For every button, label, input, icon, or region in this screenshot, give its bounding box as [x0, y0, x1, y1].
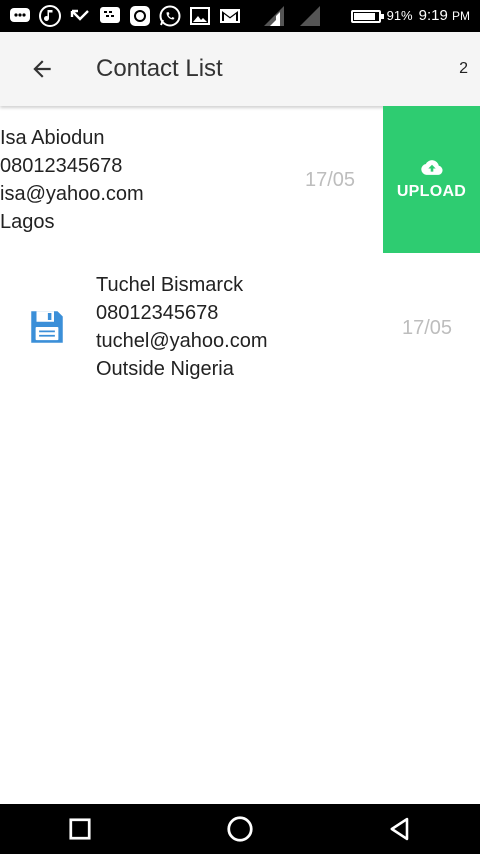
battery-fill [353, 12, 376, 20]
contact-phone: 08012345678 [0, 155, 123, 177]
home-button[interactable] [216, 805, 264, 853]
app-bar: Contact List 2 [0, 32, 480, 106]
contact-phone: 08012345678 [96, 302, 219, 324]
navigation-bar [0, 804, 480, 854]
upload-button[interactable]: UPLOAD [383, 106, 480, 253]
signal-2-icon [298, 4, 322, 28]
contact-location: Lagos [0, 211, 55, 233]
battery-percent: 91% [386, 8, 413, 23]
clock-ampm: PM [452, 9, 470, 23]
missed-call-icon [68, 4, 92, 28]
page-title: Contact List [96, 55, 223, 82]
contact-location: Outside Nigeria [96, 358, 234, 380]
notification-icons [8, 4, 322, 28]
clock: 9:19 PM [419, 0, 470, 32]
recents-button[interactable] [56, 805, 104, 853]
home-icon [227, 816, 253, 842]
upload-label: UPLOAD [396, 182, 467, 200]
list-item[interactable]: Isa Abiodun 08012345678 isa@yahoo.com La… [0, 106, 480, 253]
arrow-left-icon [33, 60, 51, 78]
signal-1-icon [262, 4, 286, 28]
status-bar: 91% 9:19 PM [0, 0, 480, 32]
back-nav-button[interactable] [376, 805, 424, 853]
contact-list: Isa Abiodun 08012345678 isa@yahoo.com La… [0, 106, 480, 403]
list-item[interactable]: Tuchel Bismarck 08012345678 tuchel@yahoo… [0, 253, 480, 403]
back-icon [390, 817, 409, 841]
messages-icon [8, 4, 32, 28]
contact-details: Tuchel Bismarck 08012345678 tuchel@yahoo… [96, 271, 268, 383]
status-indicators: 91% 9:19 PM [350, 0, 470, 32]
contact-date: 17/05 [305, 169, 356, 191]
contact-details: Isa Abiodun 08012345678 isa@yahoo.com La… [0, 124, 144, 236]
battery-icon [350, 9, 384, 23]
contact-date: 17/05 [402, 317, 453, 339]
instagram-icon [128, 4, 152, 28]
floppy-disk-icon [31, 311, 63, 343]
back-button[interactable] [24, 51, 60, 87]
contact-email: isa@yahoo.com [0, 183, 144, 205]
cloud-upload-icon [420, 159, 443, 175]
recents-icon [69, 818, 91, 840]
whatsapp-icon [158, 4, 182, 28]
bbm-icon [98, 4, 122, 28]
clock-time: 9:19 [418, 7, 448, 24]
gmail-icon [218, 4, 242, 28]
music-icon [38, 4, 62, 28]
contact-email: tuchel@yahoo.com [96, 330, 268, 352]
contact-name: Tuchel Bismarck [96, 274, 244, 296]
contact-count: 2 [459, 60, 468, 77]
contact-name: Isa Abiodun [0, 127, 105, 149]
gallery-icon [188, 4, 212, 28]
